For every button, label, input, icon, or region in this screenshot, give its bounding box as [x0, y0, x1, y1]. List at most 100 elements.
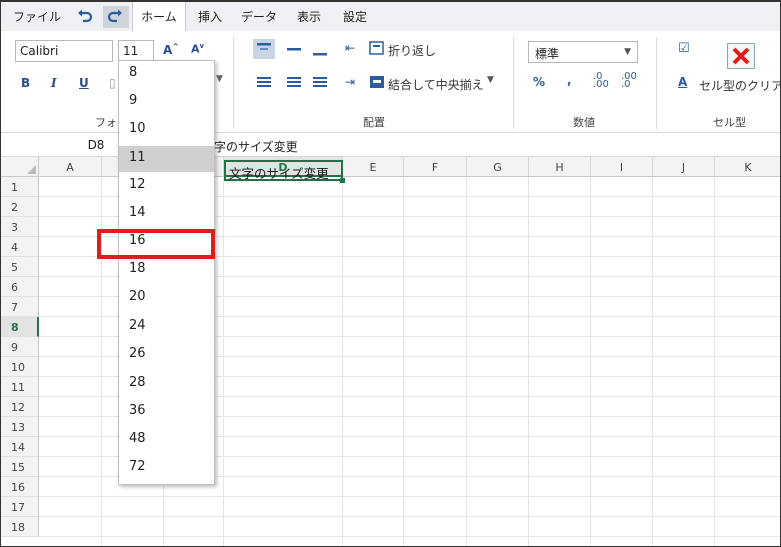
- align-bottom-icon[interactable]: [309, 39, 331, 62]
- font-size-option-20[interactable]: 20: [119, 285, 214, 311]
- font-group-label: フォ: [95, 116, 117, 129]
- row-header-7[interactable]: 7: [1, 297, 39, 317]
- outdent-icon[interactable]: ⇥: [345, 75, 355, 89]
- gridline-column: [528, 177, 529, 546]
- tab-home[interactable]: ホーム: [132, 2, 186, 33]
- divider: [233, 37, 234, 129]
- row-header-15[interactable]: 15: [1, 457, 39, 477]
- row-header-3[interactable]: 3: [1, 217, 39, 237]
- number-format-value: 標準: [535, 47, 560, 61]
- number-format-select[interactable]: 標準 ▼: [528, 41, 638, 63]
- underline-button[interactable]: U: [79, 76, 89, 90]
- select-all-corner[interactable]: [1, 157, 39, 177]
- gridline-column: [714, 177, 715, 546]
- formula-input[interactable]: 字のサイズ変更: [214, 138, 298, 155]
- bold-button[interactable]: B: [21, 76, 30, 90]
- row-header-14[interactable]: 14: [1, 437, 39, 457]
- column-header-h[interactable]: H: [529, 157, 591, 177]
- font-size-option-11[interactable]: 11: [119, 146, 214, 172]
- row-header-1[interactable]: 1: [1, 177, 39, 197]
- row-header-11[interactable]: 11: [1, 377, 39, 397]
- spreadsheet-app: ファイル ホーム 挿入 データ 表示 設定 Calibri 11 A^ Av B…: [0, 0, 781, 547]
- row-header-8[interactable]: 8: [1, 317, 39, 337]
- font-size-option-18[interactable]: 18: [119, 257, 214, 283]
- italic-button[interactable]: I: [51, 76, 57, 90]
- font-size-option-72[interactable]: 72: [119, 455, 214, 481]
- increase-decimal-icon[interactable]: .0.00: [593, 72, 609, 90]
- align-center-icon[interactable]: [283, 74, 305, 93]
- row-header-17[interactable]: 17: [1, 497, 39, 517]
- column-header-e[interactable]: E: [343, 157, 404, 177]
- decrease-font-icon[interactable]: Av: [191, 42, 204, 56]
- row-header-10[interactable]: 10: [1, 357, 39, 377]
- font-size-option-12[interactable]: 12: [119, 173, 214, 199]
- tab-data[interactable]: データ: [241, 8, 277, 25]
- row-header-9[interactable]: 9: [1, 337, 39, 357]
- merge-center-icon[interactable]: [369, 74, 385, 93]
- column-header-k[interactable]: K: [715, 157, 780, 177]
- font-color-icon[interactable]: A: [678, 75, 687, 89]
- column-header-a[interactable]: A: [39, 157, 102, 177]
- clear-cell-type-button[interactable]: セル型のクリア: [699, 77, 780, 94]
- row-header-4[interactable]: 4: [1, 237, 39, 257]
- row-header-13[interactable]: 13: [1, 417, 39, 437]
- row-header-2[interactable]: 2: [1, 197, 39, 217]
- highlight-annotation: [97, 229, 215, 259]
- cell-d8-value: 文字のサイズ変更: [229, 166, 329, 181]
- decrease-decimal-icon[interactable]: .00.0: [621, 72, 637, 90]
- row-header-18[interactable]: 18: [1, 517, 39, 537]
- increase-font-icon[interactable]: A^: [163, 42, 179, 57]
- font-size-option-8[interactable]: 8: [119, 61, 214, 87]
- gridline-row: [39, 496, 780, 497]
- ribbon-tab-bar: ファイル ホーム 挿入 データ 表示 設定: [1, 0, 780, 33]
- wrap-text-button[interactable]: 折り返し: [388, 42, 436, 59]
- row-header-6[interactable]: 6: [1, 277, 39, 297]
- tab-settings[interactable]: 設定: [343, 8, 367, 25]
- fill-handle[interactable]: [340, 178, 345, 183]
- merge-center-button[interactable]: 結合して中央揃え: [388, 76, 484, 93]
- align-top-icon[interactable]: [253, 39, 275, 59]
- selected-cell-d8[interactable]: 文字のサイズ変更: [224, 160, 345, 183]
- merge-dropdown-icon[interactable]: ▼: [487, 75, 494, 85]
- row-header-16[interactable]: 16: [1, 477, 39, 497]
- column-header-g[interactable]: G: [467, 157, 529, 177]
- comma-button[interactable]: ,: [567, 73, 572, 87]
- font-size-option-26[interactable]: 26: [119, 342, 214, 368]
- font-name-field[interactable]: Calibri: [15, 40, 113, 62]
- gridline-column: [652, 177, 653, 546]
- indent-icon[interactable]: ⇤: [345, 41, 355, 55]
- align-right-icon[interactable]: [309, 74, 331, 93]
- font-size-option-24[interactable]: 24: [119, 314, 214, 340]
- font-size-field[interactable]: 11: [118, 40, 154, 62]
- row-header-12[interactable]: 12: [1, 397, 39, 417]
- column-header-f[interactable]: F: [404, 157, 467, 177]
- font-size-option-48[interactable]: 48: [119, 427, 214, 453]
- font-size-option-10[interactable]: 10: [119, 117, 214, 143]
- font-color-dropdown-icon[interactable]: ▼: [216, 74, 223, 84]
- font-size-option-9[interactable]: 9: [119, 89, 214, 115]
- wrap-text-icon[interactable]: [369, 40, 385, 59]
- font-size-dropdown[interactable]: 8 9 10 11 12 14 16 18 20 24 26 28 36 48 72: [118, 60, 215, 485]
- alignment-group-label: 配置: [363, 116, 385, 129]
- gridline-column: [223, 177, 224, 546]
- column-header-j[interactable]: J: [653, 157, 715, 177]
- font-size-option-28[interactable]: 28: [119, 371, 214, 397]
- number-group-label: 数値: [573, 116, 595, 129]
- gridline-row: [39, 536, 780, 537]
- font-size-option-14[interactable]: 14: [119, 201, 214, 227]
- tab-insert[interactable]: 挿入: [198, 8, 222, 25]
- align-left-icon[interactable]: [253, 74, 275, 93]
- font-size-option-36[interactable]: 36: [119, 399, 214, 425]
- align-middle-icon[interactable]: [283, 39, 305, 62]
- redo-icon[interactable]: [103, 6, 129, 28]
- percent-button[interactable]: %: [533, 75, 545, 89]
- tab-view[interactable]: 表示: [297, 8, 321, 25]
- checkbox-icon[interactable]: ☑: [678, 41, 690, 56]
- column-header-i[interactable]: I: [591, 157, 653, 177]
- gridline-column: [466, 177, 467, 546]
- row-header-5[interactable]: 5: [1, 257, 39, 277]
- undo-icon[interactable]: [73, 6, 99, 28]
- border-icon[interactable]: ▯: [109, 76, 116, 90]
- tab-file[interactable]: ファイル: [13, 8, 61, 25]
- clear-cell-type-icon[interactable]: [727, 43, 755, 69]
